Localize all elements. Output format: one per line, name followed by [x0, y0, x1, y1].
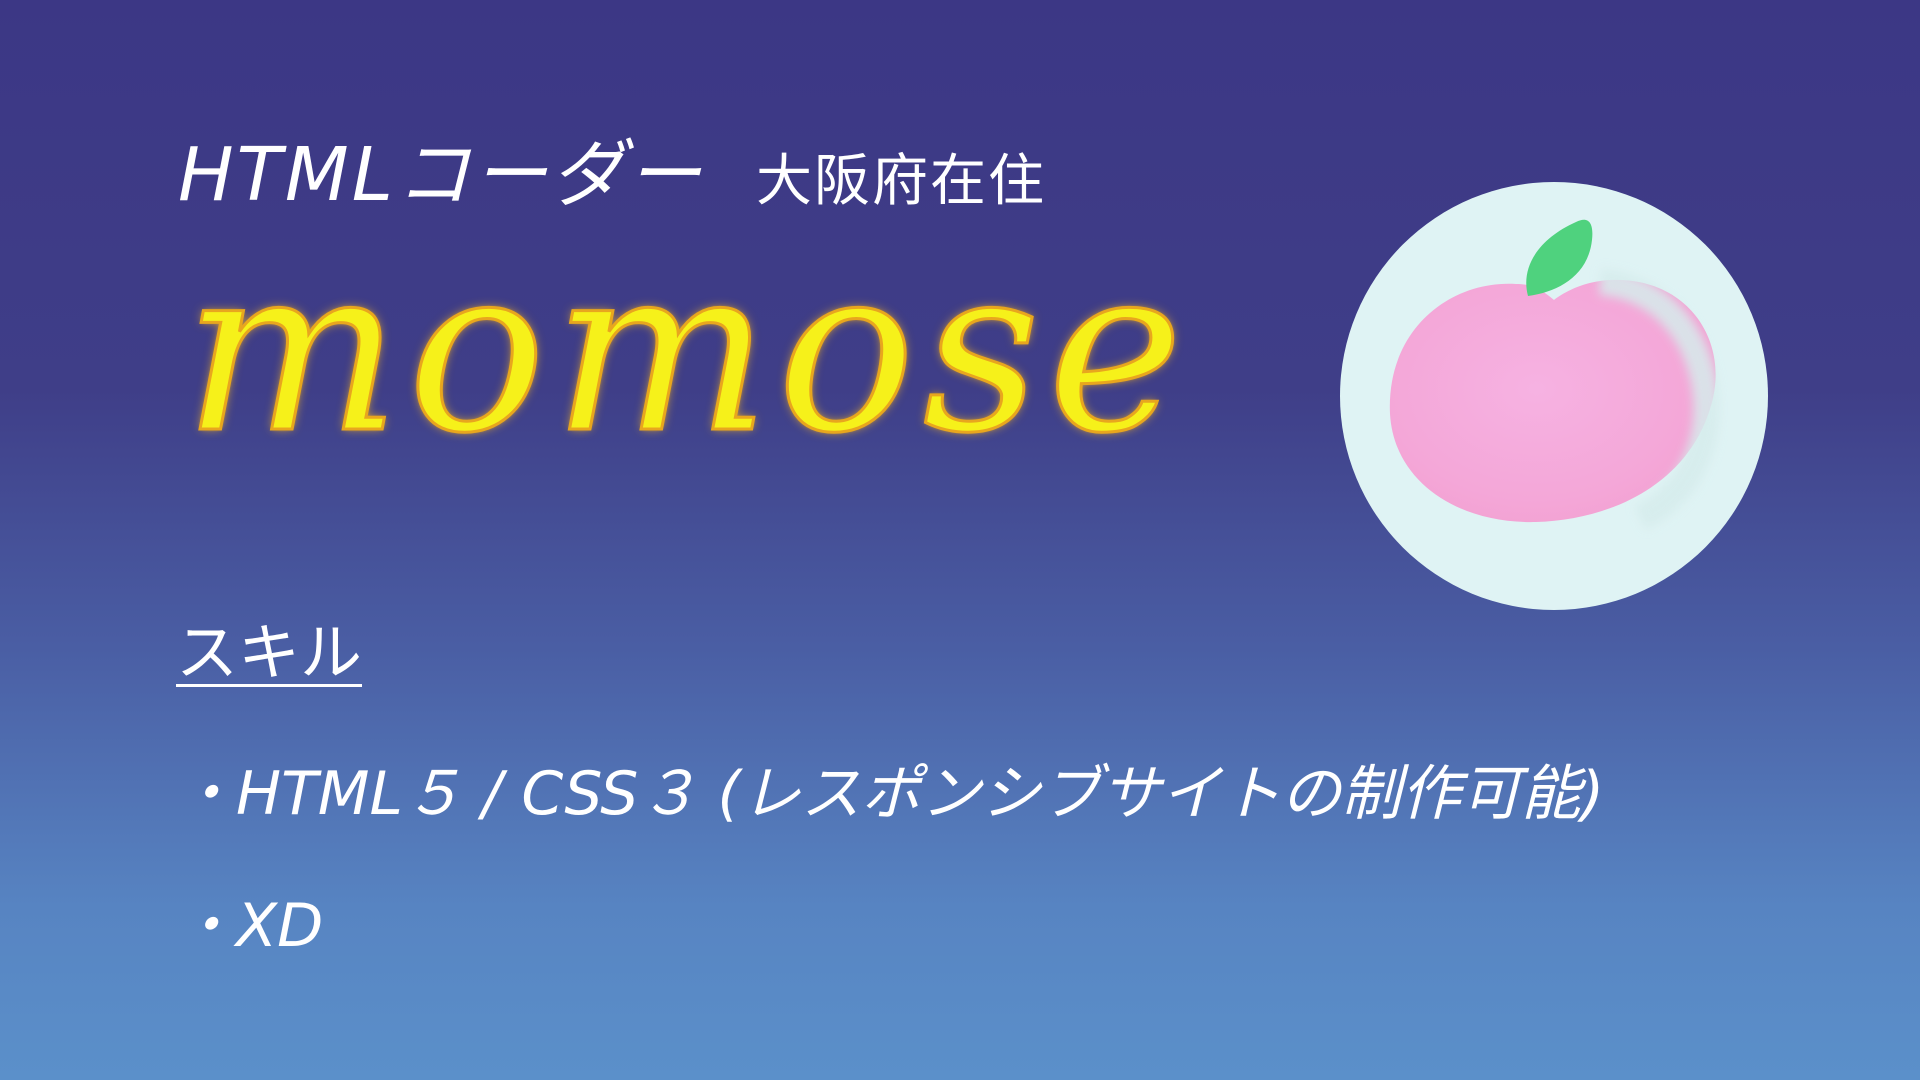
skill-item: ・HTML５ / CSS３ (レスポンシブサイトの制作可能)	[176, 759, 1605, 829]
peach-icon	[1340, 182, 1768, 610]
skills-heading: スキル	[176, 616, 363, 689]
role-title: HTMLコーダー	[178, 132, 704, 218]
avatar	[1340, 182, 1768, 610]
skill-item: ・XD	[176, 891, 324, 961]
location-label: 大阪府在住	[756, 149, 1046, 214]
profile-name: momose	[183, 217, 1191, 483]
